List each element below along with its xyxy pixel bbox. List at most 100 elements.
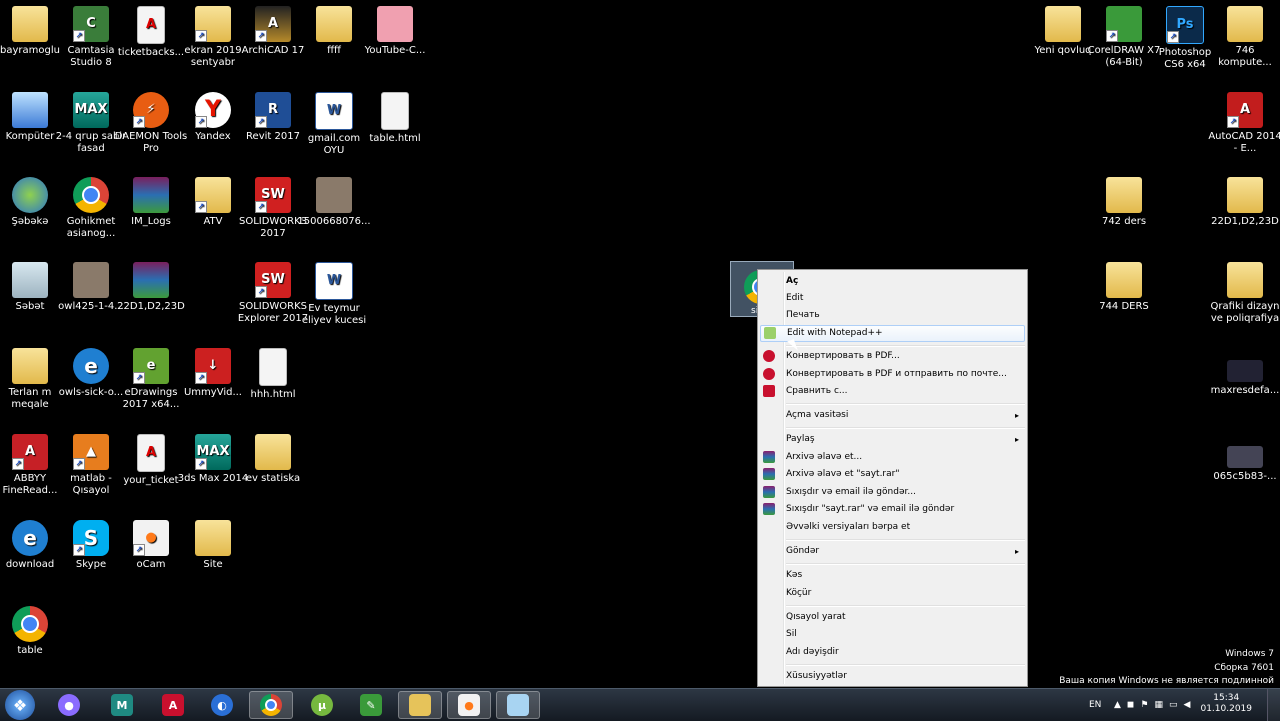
taskbar-button-explorer[interactable] (398, 691, 442, 719)
image-file-icon (1227, 360, 1263, 382)
word-document-icon: W (315, 92, 353, 130)
yandex-icon: Y ↗ (195, 92, 231, 128)
menu-item-print[interactable]: Печать (760, 307, 1025, 324)
computer-icon (12, 92, 48, 128)
desktop-icon-744-ders[interactable]: 744 DERS (1087, 262, 1161, 313)
pdf-file-icon: A (137, 434, 165, 472)
menu-item-delete[interactable]: Sil (760, 626, 1025, 643)
taskbar-button-utorrent[interactable]: µ (300, 691, 344, 719)
compare-icon (763, 385, 775, 397)
image-file-icon (316, 177, 352, 213)
menu-item-compress-sayt-email[interactable]: Sıxışdır "sayt.rar" və email ilə göndər (760, 501, 1025, 518)
tray-expand-icon[interactable]: ▲ (1114, 700, 1121, 710)
menu-item-edit[interactable]: Edit (760, 290, 1025, 307)
folder-icon: ↗ (195, 6, 231, 42)
menu-item-add-sayt-rar[interactable]: Arxivə əlavə et "sayt.rar" (760, 466, 1025, 483)
battery-icon[interactable]: ▭ (1169, 700, 1178, 710)
context-menu: Aç Edit Печать Edit with Notepad++ Конве… (757, 269, 1028, 687)
desktop-icon-site[interactable]: Site (176, 520, 250, 571)
taskbar-button-3ds-max[interactable]: M (100, 691, 144, 719)
volume-icon[interactable]: ◀ (1184, 700, 1191, 710)
image-file-icon (377, 6, 413, 42)
desktop-icon-22d1-rar[interactable]: 22D1,D2,23D (114, 262, 188, 313)
3ds-max-icon: M (111, 694, 133, 716)
menu-separator (786, 664, 1025, 666)
network-tray-icon[interactable]: ▦ (1154, 700, 1163, 710)
taskbar-button-notepad[interactable] (496, 691, 540, 719)
winrar-icon (763, 486, 775, 498)
menu-item-compress-email[interactable]: Sıxışdır və email ilə göndər... (760, 484, 1025, 501)
menu-item-open[interactable]: Aç (760, 273, 1025, 290)
taskbar-button-sketch[interactable]: ✎ (349, 691, 393, 719)
taskbar-button-acrobat[interactable]: A (151, 691, 195, 719)
word-document-icon: W (315, 262, 353, 300)
desktop-icon-youtube-c[interactable]: YouTube-C... (358, 6, 432, 57)
menu-item-edit-notepadpp[interactable]: Edit with Notepad++ (760, 325, 1025, 342)
menu-item-add-archive[interactable]: Arxivə əlavə et... (760, 449, 1025, 466)
menu-item-share[interactable]: Paylaş ▸ (760, 431, 1025, 448)
clock[interactable]: 15:34 01.10.2019 (1200, 693, 1252, 715)
show-desktop-button[interactable] (1267, 689, 1280, 721)
menu-separator (786, 563, 1025, 565)
menu-item-convert-pdf[interactable]: Конвертировать в PDF... (760, 348, 1025, 365)
submenu-arrow-icon: ▸ (1014, 547, 1019, 556)
tray-app-icon[interactable]: ◼ (1127, 700, 1134, 710)
clock-time: 15:34 (1213, 693, 1240, 703)
folder-icon (1106, 262, 1142, 298)
menu-item-open-with[interactable]: Açma vasitəsi ▸ (760, 407, 1025, 424)
notepadpp-icon (764, 327, 776, 339)
menu-item-create-shortcut[interactable]: Qısayol yarat (760, 609, 1025, 626)
taskbar-button-ocam[interactable]: ● (447, 691, 491, 719)
desktop-icon-ev-teymur[interactable]: W Ev teymur eliyev kucesi (297, 262, 371, 327)
solidworks-icon: SW ↗ (255, 177, 291, 213)
ocam-icon: ● ↗ (133, 520, 169, 556)
flag-icon[interactable]: ⚑ (1140, 700, 1148, 710)
folder-icon (195, 520, 231, 556)
skype-icon: S ↗ (73, 520, 109, 556)
pdf-email-icon (763, 368, 775, 380)
windows-genuine-warning: Ваша копия Windows не является подлинной (1059, 676, 1274, 686)
globe-icon: ◐ (211, 694, 233, 716)
desktop-icon-ev-statiska[interactable]: ev statiska (236, 434, 310, 485)
desktop-icon-hhh-html[interactable]: hhh.html (236, 348, 310, 401)
folder-icon: ↗ (195, 177, 231, 213)
taskbar-button-google-earth[interactable]: ◐ (200, 691, 244, 719)
submenu-arrow-icon: ▸ (1014, 411, 1019, 420)
menu-item-restore-versions[interactable]: Əvvəlki versiyaları bərpa et (760, 519, 1025, 536)
folder-icon (1045, 6, 1081, 42)
desktop-icon-22d1-folder[interactable]: 22D1,D2,23D (1208, 177, 1280, 228)
desktop-icon-065c5b83[interactable]: 065c5b83-... (1208, 446, 1280, 483)
taskbar-button-app[interactable]: ● (47, 691, 91, 719)
pen-icon: ✎ (360, 694, 382, 716)
start-button[interactable]: ❖ (5, 690, 35, 720)
html-file-icon (259, 348, 287, 386)
circle-app-icon: ● (58, 694, 80, 716)
desktop-icon-autocad[interactable]: A ↗ AutoCAD 2014 - E... (1208, 92, 1280, 155)
menu-item-send-to[interactable]: Göndər ▸ (760, 543, 1025, 560)
menu-item-copy[interactable]: Köçür (760, 585, 1025, 602)
menu-item-convert-pdf-email[interactable]: Конвертировать в PDF и отправить по почт… (760, 366, 1025, 383)
desktop-icon-table-html[interactable]: table.html (358, 92, 432, 145)
windows-logo-icon: ❖ (12, 695, 28, 715)
taskbar-button-chrome[interactable] (249, 691, 293, 719)
menu-item-properties[interactable]: Xüsusiyyətlər (760, 668, 1025, 685)
menu-item-cut[interactable]: Kəs (760, 567, 1025, 584)
image-file-icon (1227, 446, 1263, 468)
menu-item-rename[interactable]: Adı dəyişdir (760, 644, 1025, 661)
menu-separator (786, 605, 1025, 607)
desktop-icon-746-kompute[interactable]: 746 kompute... (1208, 6, 1280, 69)
taskbar: ❖ ● M A ◐ µ ✎ ● EN ▲ ◼ ⚑ ▦ ▭ ◀ 15:34 01.… (0, 688, 1280, 721)
network-icon (12, 177, 48, 213)
revit-icon: R ↗ (255, 92, 291, 128)
desktop-icon-qrafiki-dizayn[interactable]: Qrafiki dizayn ve poliqrafiya (1208, 262, 1280, 325)
folder-icon (255, 434, 291, 470)
menu-item-compare[interactable]: Сравнить с... (760, 383, 1025, 400)
desktop-icon-table[interactable]: table (0, 606, 67, 657)
windows-version-label: Windows 7 (1225, 649, 1274, 659)
desktop-icon-maxresdefault[interactable]: maxresdefa... (1208, 360, 1280, 397)
language-indicator[interactable]: EN (1089, 689, 1101, 721)
desktop-icon-742-ders[interactable]: 742 ders (1087, 177, 1161, 228)
daemon-tools-icon: ⚡ ↗ (133, 92, 169, 128)
notepad-icon (507, 694, 529, 716)
desktop-icon-1500668076[interactable]: 1500668076... (297, 177, 371, 228)
